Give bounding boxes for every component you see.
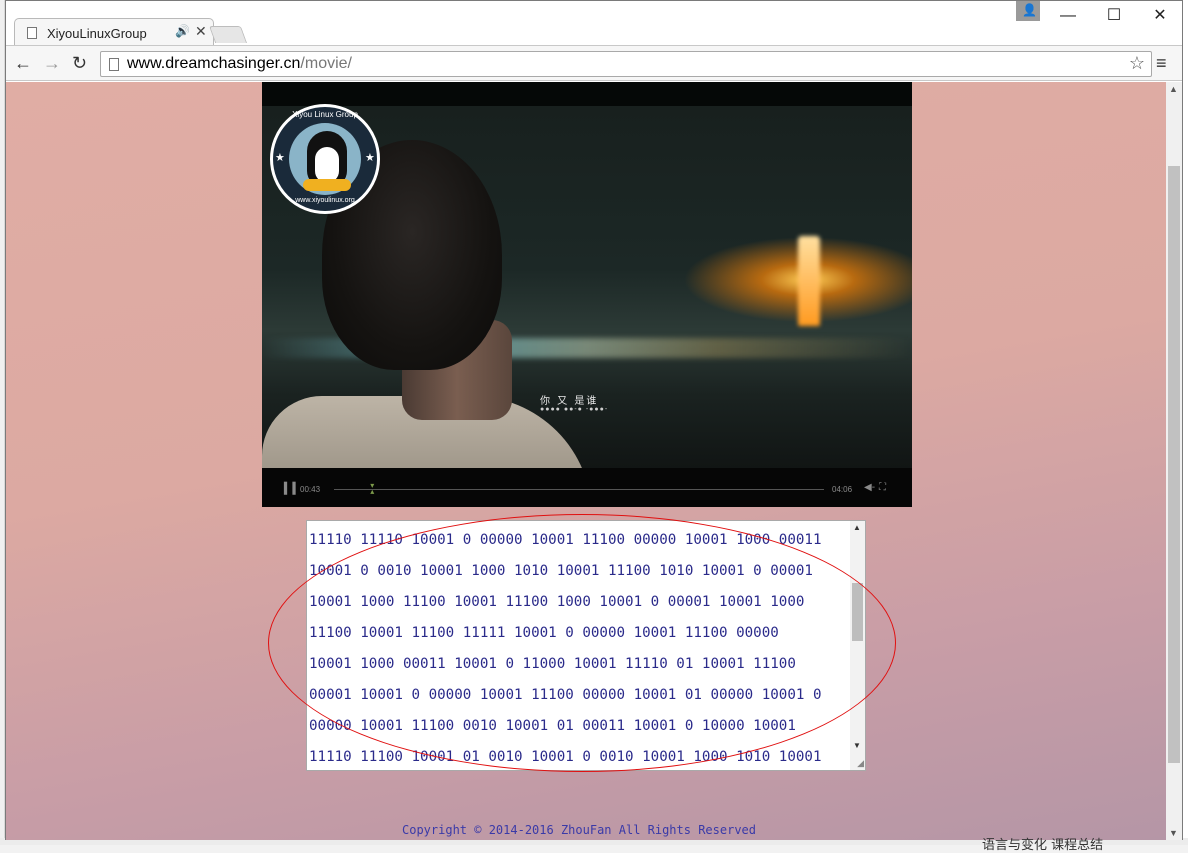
video-controls: ▍▍ 00:43 ▾ ▴ 04:06 ◀- ⛶ xyxy=(262,468,912,507)
binary-line: 11100 10001 11100 11111 10001 0 00000 10… xyxy=(309,625,779,641)
textarea-scroll-thumb[interactable] xyxy=(852,583,863,641)
browser-window: XiyouLinuxGroup 🔊 ✕ 👤 — ☐ ✕ ← → ↻ www.dr… xyxy=(5,0,1183,840)
scroll-up-icon[interactable]: ▲ xyxy=(1169,84,1178,94)
tux-feet xyxy=(303,179,351,191)
volume-icon[interactable]: ◀- xyxy=(864,482,875,493)
binary-line: 10001 1000 11100 10001 11100 1000 10001 … xyxy=(309,594,805,610)
binary-line: 11110 11100 10001 01 0010 10001 0 0010 1… xyxy=(309,749,822,765)
url-path: /movie/ xyxy=(300,55,352,72)
tab-xiyoulinuxgroup[interactable]: XiyouLinuxGroup 🔊 ✕ xyxy=(14,18,214,46)
tab-close-icon[interactable]: ✕ xyxy=(195,23,207,40)
copyright-footer: Copyright © 2014-2016 ZhouFan All Rights… xyxy=(402,823,757,837)
tab-title: XiyouLinuxGroup xyxy=(47,26,147,41)
tux-belly xyxy=(315,147,339,183)
browser-menu-icon[interactable]: ≡ xyxy=(1156,53,1167,74)
xiyou-linux-logo: Xiyou Linux Group www.xiyoulinux.org ★ ★ xyxy=(270,104,380,214)
binary-textarea[interactable]: 11110 11110 10001 0 00000 10001 11100 00… xyxy=(306,520,866,771)
binary-line: 00000 10001 11100 0010 10001 01 00011 10… xyxy=(309,718,796,734)
page-icon xyxy=(109,58,119,71)
maximize-button[interactable]: ☐ xyxy=(1094,4,1134,28)
person-icon: 👤 xyxy=(1022,3,1037,17)
desktop-bottom-text: 语言与变化 课程总结 xyxy=(982,838,1104,853)
seek-bar[interactable] xyxy=(334,489,824,490)
bookmark-star-icon[interactable]: ☆ xyxy=(1129,53,1145,74)
binary-line: 10001 0 0010 10001 1000 1010 10001 11100… xyxy=(309,563,813,579)
textarea-scrollbar[interactable]: ▲ ▼ xyxy=(850,521,865,770)
video-subtitle: 你 又 是谁 xyxy=(540,396,599,407)
lit-tower xyxy=(798,236,820,326)
page-scrollbar[interactable]: ▲ ▼ xyxy=(1166,82,1182,840)
new-tab-button[interactable] xyxy=(208,26,248,43)
reload-icon[interactable]: ↻ xyxy=(72,53,87,74)
total-time: 04:06 xyxy=(832,485,853,494)
audio-playing-icon[interactable]: 🔊 xyxy=(175,24,190,38)
page-favicon-icon xyxy=(27,27,37,39)
url-text: www.dreamchasinger.cn/movie/ xyxy=(127,55,352,73)
fullscreen-icon[interactable]: ⛶ xyxy=(879,482,886,493)
page-content: 你 又 是谁 ●●●● ●●-● -●●●- Xiyou Linux Group… xyxy=(6,82,1166,840)
minimize-button[interactable]: — xyxy=(1048,4,1088,28)
binary-line: 10001 1000 00011 10001 0 11000 10001 111… xyxy=(309,656,796,672)
browser-toolbar: ← → ↻ www.dreamchasinger.cn/movie/ ☆ ≡ xyxy=(6,45,1182,81)
page-scroll-thumb[interactable] xyxy=(1168,166,1180,763)
logo-text-bottom: www.xiyoulinux.org xyxy=(295,197,355,204)
scroll-down-icon[interactable]: ▼ xyxy=(853,741,861,750)
profile-button[interactable]: 👤 xyxy=(1016,1,1040,21)
address-bar[interactable]: www.dreamchasinger.cn/movie/ ☆ xyxy=(100,51,1152,77)
forward-icon[interactable]: → xyxy=(43,53,61,74)
binary-line: 00001 10001 0 00000 10001 11100 00000 10… xyxy=(309,687,822,703)
binary-line: 11110 11110 10001 0 00000 10001 11100 00… xyxy=(309,532,822,548)
back-icon[interactable]: ← xyxy=(14,53,32,74)
close-window-button[interactable]: ✕ xyxy=(1140,4,1180,28)
seek-handle[interactable]: ▾ ▴ xyxy=(370,482,376,496)
scroll-up-icon[interactable]: ▲ xyxy=(853,523,861,532)
logo-text-top: Xiyou Linux Group xyxy=(292,110,358,119)
binary-text[interactable]: 11110 11110 10001 0 00000 10001 11100 00… xyxy=(309,521,851,770)
video-player[interactable]: 你 又 是谁 ●●●● ●●-● -●●●- Xiyou Linux Group… xyxy=(262,82,912,507)
star-icon: ★ xyxy=(275,152,285,164)
scroll-down-icon[interactable]: ▼ xyxy=(1169,828,1178,838)
star-icon: ★ xyxy=(365,152,375,164)
resize-grip-icon[interactable]: ◢ xyxy=(857,758,864,769)
tab-strip: XiyouLinuxGroup 🔊 ✕ 👤 — ☐ ✕ xyxy=(6,1,1182,46)
video-subtitle-morse: ●●●● ●●-● -●●●- xyxy=(540,406,609,413)
pause-icon[interactable]: ▍▍ xyxy=(284,482,301,495)
current-time: 00:43 xyxy=(300,485,321,494)
url-host: www.dreamchasinger.cn xyxy=(127,55,301,72)
